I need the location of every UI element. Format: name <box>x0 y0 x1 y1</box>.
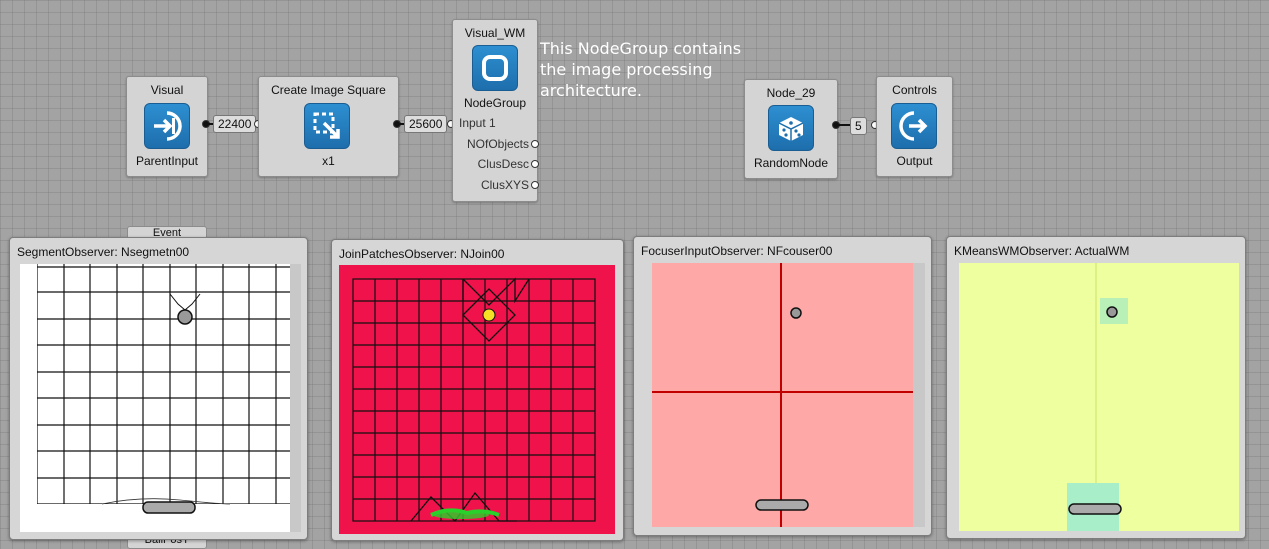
observer-title: KMeansWMObserver: ActualWM <box>954 244 1130 258</box>
node-title: Node_29 <box>766 86 816 100</box>
output-port[interactable] <box>531 181 539 189</box>
connection-value-label: 25600 <box>404 115 448 133</box>
node-subtitle: NodeGroup <box>463 96 527 110</box>
segment-view <box>20 264 301 532</box>
nodegroup-comment: This NodeGroup contains the image proces… <box>540 39 742 100</box>
node-title: Create Image Square <box>271 83 386 97</box>
node-title: Visual <box>150 83 184 97</box>
connection-value-label: 22400 <box>213 115 257 133</box>
kmeans-wm-view <box>959 263 1239 531</box>
node-subtitle: Output <box>896 154 933 168</box>
node-create-image-square[interactable]: Create Image Square x1 <box>258 76 399 177</box>
output-label: ClusDesc <box>477 157 529 171</box>
observer-join-patches[interactable]: JoinPatchesObserver: NJoin00 <box>331 239 624 541</box>
join-patches-view <box>339 265 615 534</box>
observer-focuser-input[interactable]: FocuserInputObserver: NFcouser00 <box>633 236 932 536</box>
connection-value-label: 5 <box>850 117 867 135</box>
output-icon <box>891 103 937 149</box>
output-label: NOfObjects <box>466 137 529 151</box>
node-subtitle: ParentInput <box>135 154 199 168</box>
node-visual-wm[interactable]: Visual_WM NodeGroup Input 1 NOfObjects C… <box>452 19 538 202</box>
observer-segment[interactable]: SegmentObserver: Nsegmetn00 <box>9 237 308 540</box>
output-port[interactable] <box>531 140 539 148</box>
node-random[interactable]: Node_29 RandomNode <box>744 79 838 179</box>
observer-kmeans-wm[interactable]: KMeansWMObserver: ActualWM <box>946 236 1246 539</box>
image-resize-icon <box>304 103 350 149</box>
observer-title: SegmentObserver: Nsegmetn00 <box>17 245 190 259</box>
node-subtitle: x1 <box>322 154 335 168</box>
observer-title: FocuserInputObserver: NFcouser00 <box>641 244 833 258</box>
parent-input-icon <box>144 103 190 149</box>
nodegroup-icon <box>472 45 518 91</box>
observer-title: JoinPatchesObserver: NJoin00 <box>339 247 505 261</box>
node-title: Visual_WM <box>464 26 526 40</box>
focuser-input-view <box>652 263 925 527</box>
output-label: ClusXYS <box>480 178 529 192</box>
node-controls[interactable]: Controls Output <box>876 76 953 177</box>
node-subtitle: RandomNode <box>753 156 829 170</box>
dice-icon <box>768 105 814 151</box>
node-title: Controls <box>892 83 937 97</box>
node-visual[interactable]: Visual ParentInput <box>126 76 208 177</box>
input-label: Input 1 <box>459 116 496 130</box>
output-port[interactable] <box>531 160 539 168</box>
